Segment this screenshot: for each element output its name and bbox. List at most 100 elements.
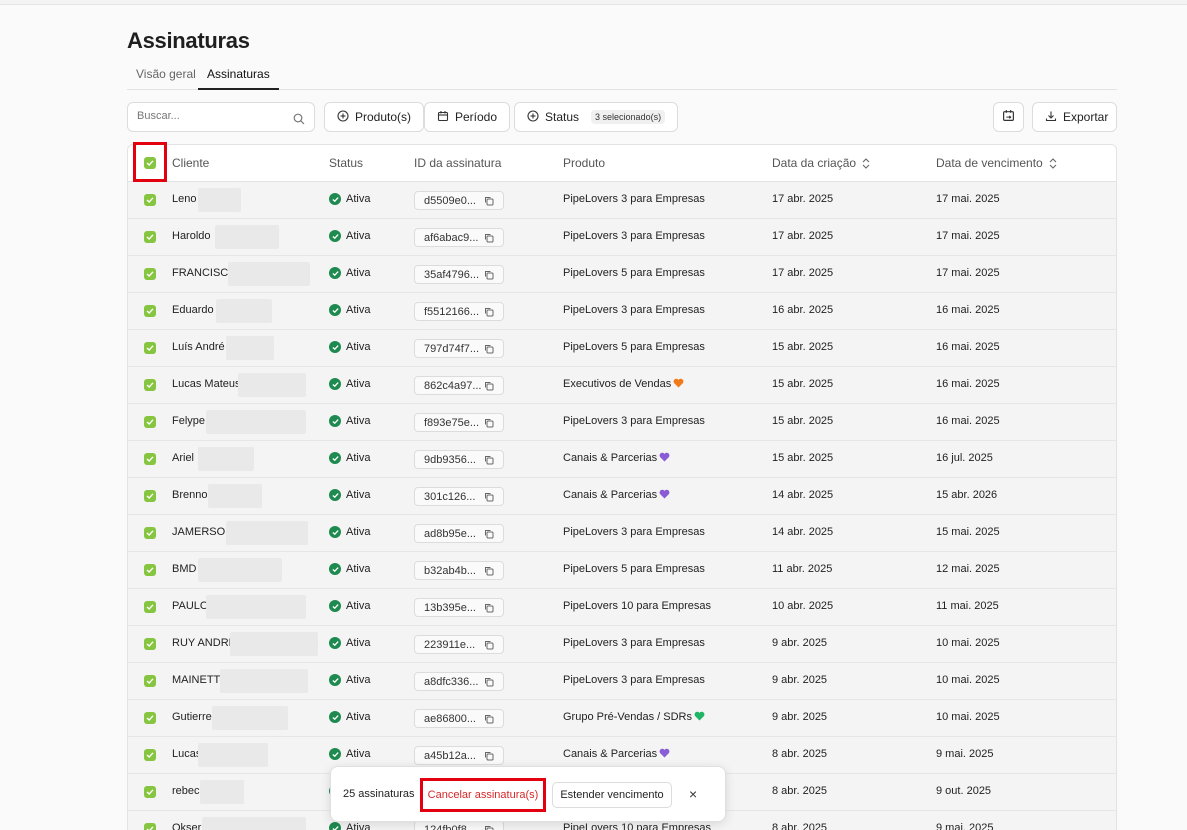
product-name: Canais & Parcerias [563, 748, 658, 760]
due-date: 10 mai. 2025 [936, 674, 1000, 686]
check-circle-icon [329, 193, 341, 205]
page-title: Assinaturas [127, 28, 250, 53]
row-checkbox[interactable] [144, 564, 156, 576]
redacted-name [206, 410, 306, 434]
row-checkbox[interactable] [144, 527, 156, 539]
row-checkbox[interactable] [144, 453, 156, 465]
copy-icon[interactable] [484, 640, 494, 653]
product-cell: Grupo Pré-Vendas / SDRs [563, 711, 705, 724]
status-label: Ativa [346, 526, 371, 538]
row-checkbox[interactable] [144, 342, 156, 354]
product-name: PipeLovers 10 para Empresas [563, 822, 711, 830]
table-row[interactable]: Eduardo Ativa f5512166... PipeLovers 3 para… [128, 293, 1116, 330]
copy-icon[interactable] [484, 566, 494, 579]
copy-icon[interactable] [484, 825, 494, 830]
table-row[interactable]: FRANCISCO Ativa 35af4796... PipeLovers 5 pa… [128, 256, 1116, 293]
search-box[interactable] [127, 102, 315, 132]
copy-icon[interactable] [484, 751, 494, 764]
row-checkbox[interactable] [144, 379, 156, 391]
product-cell: PipeLovers 3 para Empresas [563, 193, 705, 205]
row-checkbox[interactable] [144, 675, 156, 687]
subscription-id: f5512166... [414, 302, 504, 321]
row-checkbox[interactable] [144, 601, 156, 613]
extend-due-button[interactable]: Estender vencimento [552, 782, 672, 808]
table-row[interactable]: Ariel Ativa 9db9356... Canais & Parcerias 15… [128, 441, 1116, 478]
tab-overview[interactable]: Visão geral [127, 64, 205, 90]
table-row[interactable]: Gutierre Ativa ae86800... Grupo Pré-Vendas … [128, 700, 1116, 737]
redacted-name [206, 595, 306, 619]
check-circle-icon [329, 230, 341, 242]
table-row[interactable]: Leno Ativa d5509e0... PipeLovers 3 para Emp… [128, 182, 1116, 219]
close-icon[interactable]: × [689, 786, 697, 802]
row-checkbox[interactable] [144, 268, 156, 280]
row-checkbox[interactable] [144, 490, 156, 502]
product-name: PipeLovers 5 para Empresas [563, 563, 705, 575]
bulk-action-bar: 25 assinaturas Cancelar assinatura(s) Es… [330, 766, 726, 822]
table-row[interactable]: Felype Ativa f893e75e... PipeLovers 3 para … [128, 404, 1116, 441]
copy-icon[interactable] [484, 233, 494, 246]
row-checkbox[interactable] [144, 638, 156, 650]
subscription-id-text: af6abac9... [424, 232, 479, 244]
row-checkbox[interactable] [144, 416, 156, 428]
product-filter-button[interactable]: Produto(s) [324, 102, 425, 132]
product-name: Grupo Pré-Vendas / SDRs [563, 711, 693, 723]
copy-icon[interactable] [484, 492, 494, 505]
copy-icon[interactable] [484, 603, 494, 616]
cancel-subscriptions-button[interactable]: Cancelar assinatura(s) [420, 778, 546, 812]
calendar-settings-button[interactable] [993, 102, 1024, 132]
row-checkbox[interactable] [144, 194, 156, 206]
table-row[interactable]: RUY ANDRE Ativa 223911e... PipeLovers 3 par… [128, 626, 1116, 663]
column-due-sort[interactable]: Data de vencimento [936, 156, 1057, 170]
check-circle-icon [329, 341, 341, 353]
copy-icon[interactable] [484, 307, 494, 320]
subscription-id-text: ad8b95e... [424, 528, 476, 540]
column-created-sort[interactable]: Data da criação [772, 156, 870, 170]
row-checkbox[interactable] [144, 823, 156, 830]
row-checkbox[interactable] [144, 712, 156, 724]
copy-icon[interactable] [484, 714, 494, 727]
status-label: Ativa [346, 748, 371, 760]
client-name: Lucas [172, 748, 202, 760]
subscription-id-text: ae86800... [424, 713, 476, 725]
table-row[interactable]: PAULO Ativa 13b395e... PipeLovers 10 para E… [128, 589, 1116, 626]
row-checkbox[interactable] [144, 231, 156, 243]
row-checkbox[interactable] [144, 305, 156, 317]
tab-subscriptions[interactable]: Assinaturas [198, 64, 279, 90]
export-button[interactable]: Exportar [1032, 102, 1117, 132]
row-checkbox[interactable] [144, 749, 156, 761]
table-row[interactable]: MAINETTI Ativa a8dfc336... PipeLovers 3 par… [128, 663, 1116, 700]
check-circle-icon [329, 304, 341, 316]
product-name: Canais & Parcerias [563, 452, 658, 464]
client-name: Ariel [172, 452, 195, 464]
table-row[interactable]: Haroldo Ativa af6abac9... PipeLovers 3 para… [128, 219, 1116, 256]
product-cell: PipeLovers 10 para Empresas [563, 600, 711, 612]
status-label: Ativa [346, 304, 371, 316]
copy-icon[interactable] [484, 677, 494, 690]
status-filter-button[interactable]: Status 3 selecionado(s) [514, 102, 679, 132]
copy-icon[interactable] [484, 270, 494, 283]
table-row[interactable]: JAMERSON Ativa ad8b95e... PipeLovers 3 para… [128, 515, 1116, 552]
client-name: Felype [172, 415, 206, 427]
status-cell: Ativa [329, 563, 370, 575]
check-circle-icon [329, 637, 341, 649]
created-date: 9 abr. 2025 [772, 711, 828, 723]
copy-icon[interactable] [484, 381, 494, 394]
copy-icon[interactable] [484, 455, 494, 468]
table-row[interactable]: BMD Ativa b32ab4b... PipeLovers 5 para Empr… [128, 552, 1116, 589]
copy-icon[interactable] [484, 529, 494, 542]
period-filter-button[interactable]: Período [424, 102, 511, 132]
created-date: 17 abr. 2025 [772, 267, 834, 279]
product-cell: Executivos de Vendas [563, 378, 684, 391]
search-input[interactable] [137, 110, 287, 122]
copy-icon[interactable] [484, 418, 494, 431]
copy-icon[interactable] [484, 196, 494, 209]
table-row[interactable]: Brenno Ativa 301c126... Canais & Parcerias 1… [128, 478, 1116, 515]
subscription-id: 9db9356... [414, 450, 504, 469]
calendar-sync-icon [1002, 109, 1015, 125]
row-checkbox[interactable] [144, 786, 156, 798]
table-row[interactable]: Luís André S Ativa 797d74f7... PipeLovers 5… [128, 330, 1116, 367]
copy-icon[interactable] [484, 344, 494, 357]
column-id: ID da assinatura [414, 156, 502, 170]
subscription-id: 35af4796... [414, 265, 504, 284]
table-row[interactable]: Lucas Mateus Ativa 862c4a97... Executivos d… [128, 367, 1116, 404]
